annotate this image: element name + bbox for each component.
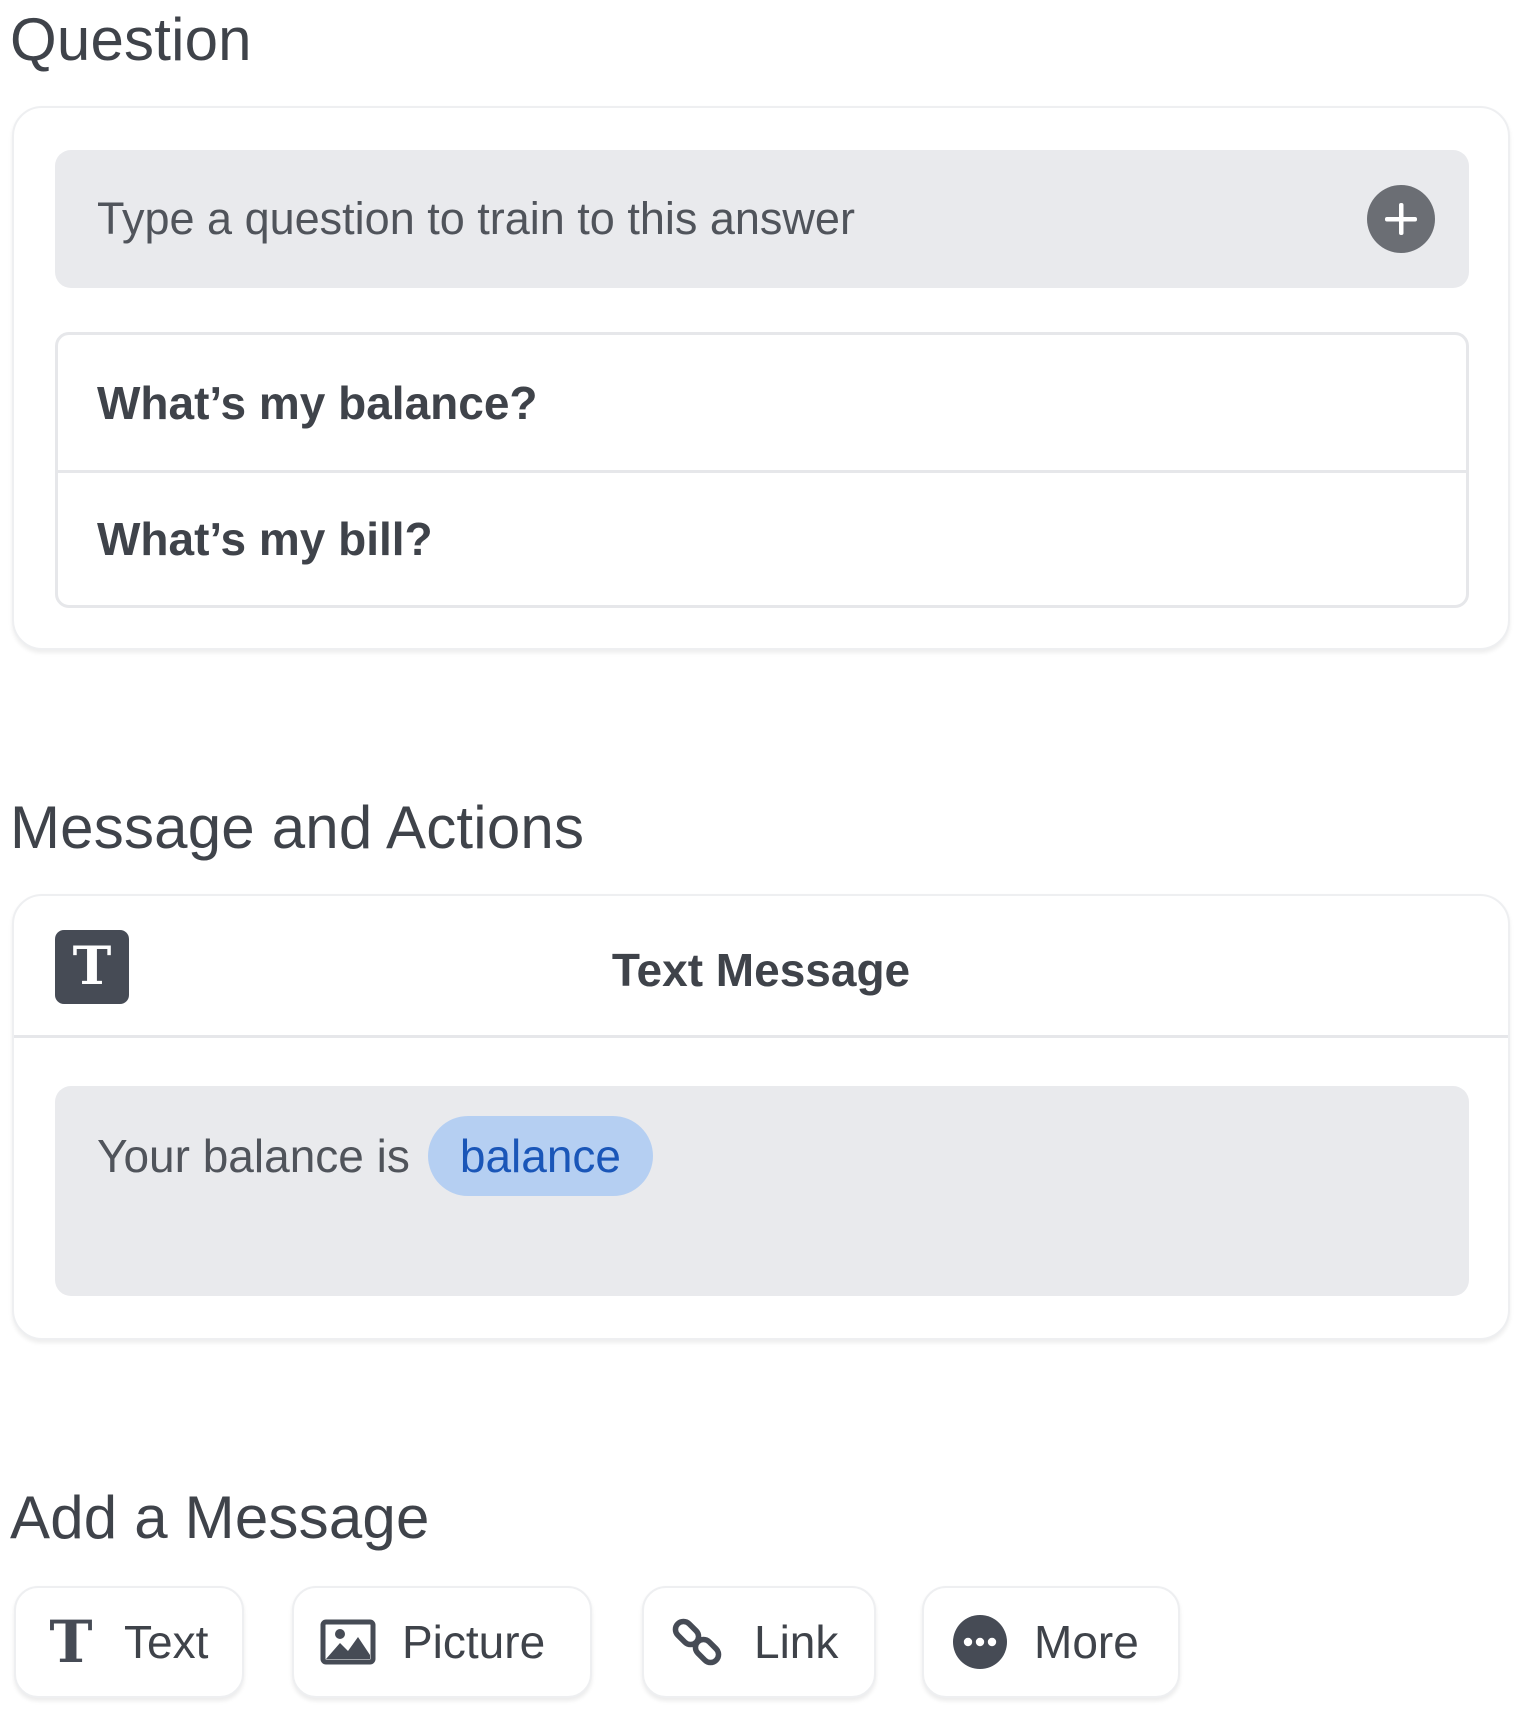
text-message-card: T Text Message Your balance is balance	[12, 894, 1510, 1340]
question-input[interactable]: Type a question to train to this answer	[55, 150, 1469, 288]
add-link-button-label: Link	[754, 1616, 839, 1668]
add-more-button[interactable]: More	[922, 1586, 1180, 1698]
text-message-card-title: Text Message	[611, 944, 911, 996]
message-section-title: Message and Actions	[10, 794, 585, 861]
text-message-card-header: T Text Message	[14, 896, 1508, 1038]
question-input-placeholder: Type a question to train to this answer	[97, 193, 855, 244]
add-picture-button-label: Picture	[402, 1616, 546, 1668]
more-ellipsis-icon	[952, 1614, 1008, 1670]
add-text-button-label: Text	[124, 1616, 209, 1668]
add-message-section-title: Add a Message	[10, 1484, 430, 1551]
question-list: What’s my balance? What’s my bill?	[55, 332, 1469, 608]
plus-circle-icon[interactable]	[1367, 185, 1435, 253]
question-section-title: Question	[10, 6, 252, 73]
picture-icon	[320, 1619, 376, 1665]
link-chain-icon	[670, 1615, 724, 1669]
add-more-button-label: More	[1034, 1616, 1139, 1668]
question-item[interactable]: What’s my balance?	[58, 335, 1466, 470]
variable-chip[interactable]: balance	[427, 1116, 653, 1196]
question-item[interactable]: What’s my bill?	[58, 470, 1466, 605]
text-t-icon: T	[49, 1608, 93, 1676]
message-text: Your balance is	[97, 1130, 410, 1182]
add-link-button[interactable]: Link	[642, 1586, 876, 1698]
question-card: Type a question to train to this answer …	[12, 106, 1510, 650]
message-text-editor[interactable]: Your balance is balance	[55, 1086, 1469, 1296]
add-picture-button[interactable]: Picture	[292, 1586, 592, 1698]
add-text-button[interactable]: T Text	[14, 1586, 244, 1698]
